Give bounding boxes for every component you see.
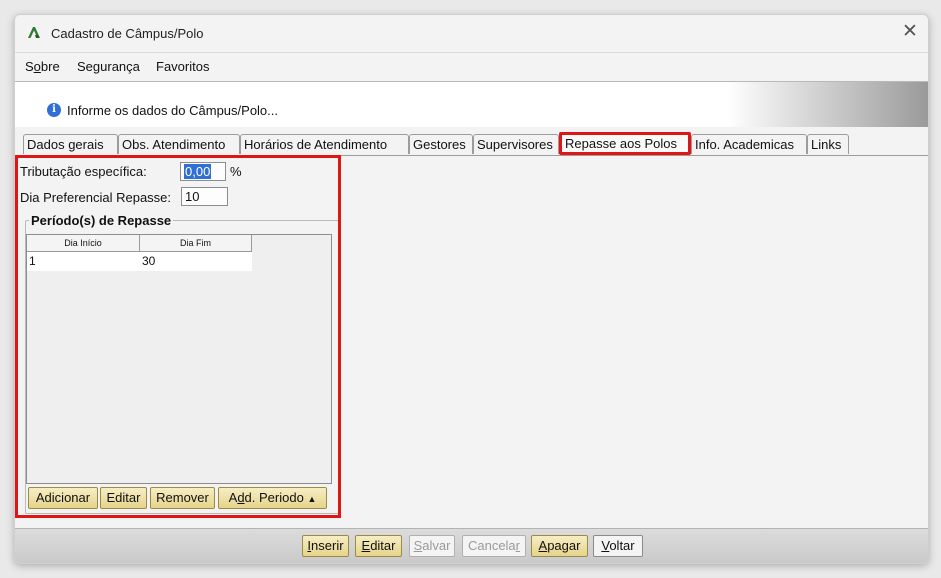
menu-sobre[interactable]: Sobre <box>25 59 60 74</box>
editar-button[interactable]: Editar <box>355 535 402 557</box>
tab-strip: Dados gerais Obs. Atendimento Horários d… <box>15 132 928 156</box>
tab-repasse-aos-polos[interactable]: Repasse aos Polos <box>559 132 691 155</box>
info-text: Informe os dados do Câmpus/Polo... <box>67 103 279 118</box>
tab-horarios-atendimento[interactable]: Horários de Atendimento <box>240 134 409 154</box>
app-logo-icon <box>28 27 40 38</box>
info-icon: i <box>47 103 61 117</box>
tab-gestores[interactable]: Gestores <box>409 134 473 154</box>
tab-obs-atendimento[interactable]: Obs. Atendimento <box>118 134 240 154</box>
title-bar[interactable]: Cadastro de Câmpus/Polo ✕ <box>15 15 928 52</box>
cancelar-button[interactable]: Cancelar <box>462 535 526 557</box>
voltar-button[interactable]: Voltar <box>593 535 643 557</box>
tab-supervisores[interactable]: Supervisores <box>473 134 559 154</box>
close-icon[interactable]: ✕ <box>901 22 919 42</box>
menu-favoritos[interactable]: Favoritos <box>156 59 209 74</box>
salvar-button[interactable]: Salvar <box>409 535 455 557</box>
info-banner: i Informe os dados do Câmpus/Polo... <box>15 82 928 127</box>
menu-bar: Sobre Segurança Favoritos <box>15 52 928 82</box>
dialog-window: Cadastro de Câmpus/Polo ✕ Sobre Seguranç… <box>14 14 929 564</box>
tab-links[interactable]: Links <box>807 134 849 154</box>
tab-dados-gerais[interactable]: Dados gerais <box>23 134 118 154</box>
inserir-button[interactable]: Inserir <box>302 535 349 557</box>
bottom-toolbar: Inserir Editar Salvar Cancelar Apagar Vo… <box>15 528 928 563</box>
window-title: Cadastro de Câmpus/Polo <box>51 26 204 41</box>
apagar-button[interactable]: Apagar <box>531 535 588 557</box>
tab-info-academicas[interactable]: Info. Academicas <box>691 134 807 154</box>
highlight-box <box>15 155 341 518</box>
menu-seguranca[interactable]: Segurança <box>77 59 140 74</box>
